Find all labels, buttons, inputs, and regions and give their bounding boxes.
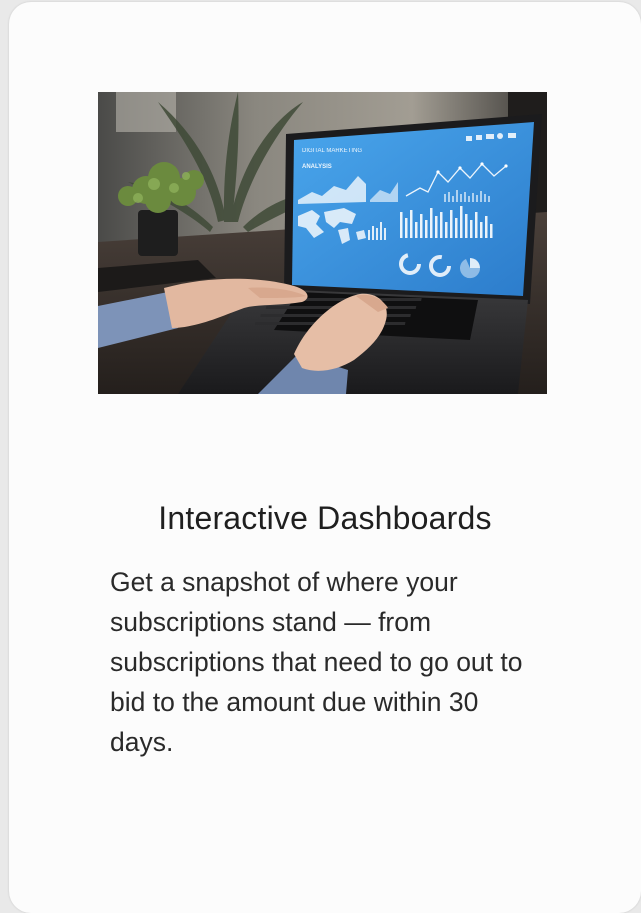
screen-section: ANALYSIS [302, 164, 332, 170]
card-description: Get a snapshot of where your subscriptio… [110, 567, 523, 757]
screen-title: DIGITAL MARKETING [302, 148, 362, 154]
card-title: Interactive Dashboards [158, 500, 492, 536]
feature-card: DIGITAL MARKETING ANALYSIS Interactive D… [9, 2, 641, 913]
laptop-dashboard-photo: DIGITAL MARKETING ANALYSIS [98, 92, 547, 394]
